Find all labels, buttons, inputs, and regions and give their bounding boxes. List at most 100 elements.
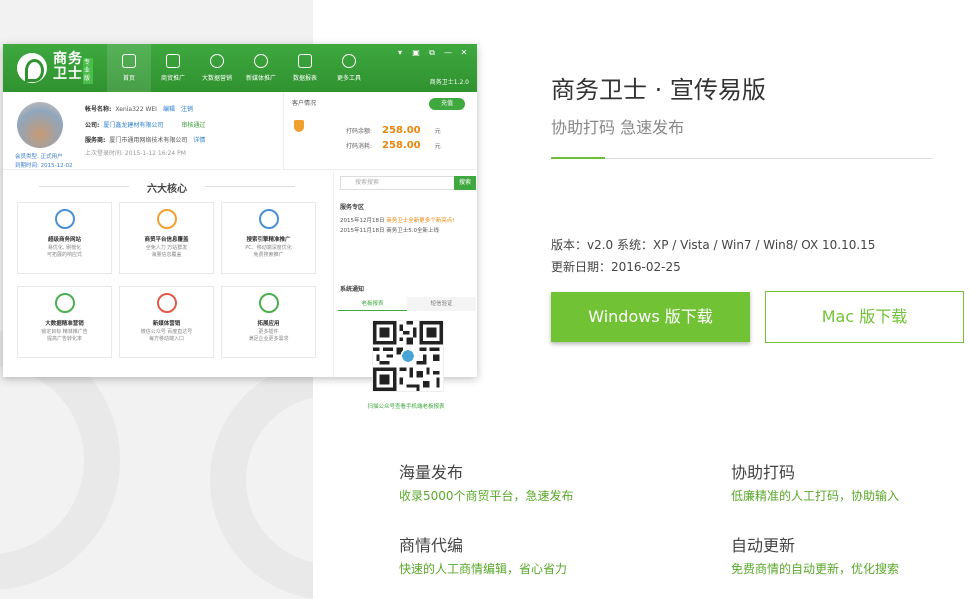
- app-nav-media[interactable]: 新媒体推广: [239, 44, 283, 92]
- account-provider-row: 服务商: 厦门市通用网络技术有限公司 详情: [85, 135, 205, 144]
- account-panel: 帐号名称: Xenia322 WEI 编辑 注销 公司: 厦门鑫龙建材有限公司 审核通过 …: [3, 92, 281, 170]
- app-window-buttons: ▾ ▣ ⧉ — ✕: [395, 48, 469, 58]
- feature-title: 协助打码: [731, 463, 796, 482]
- label: 打码消耗:: [346, 143, 373, 150]
- app-nav-reports[interactable]: 数据报表: [283, 44, 327, 92]
- service-item[interactable]: 2015年11月18日 商务卫士5.0全新上线: [340, 226, 439, 234]
- recharge-button[interactable]: 充值: [429, 98, 465, 110]
- skin-icon[interactable]: ▣: [411, 48, 421, 58]
- windows-download-button[interactable]: Windows 版下载: [551, 292, 750, 342]
- card-title: 商贸平台信息覆盖: [144, 237, 189, 243]
- company-link[interactable]: 厦门鑫龙建材有限公司: [103, 122, 163, 129]
- search-input[interactable]: 搜索搜索 搜索: [340, 176, 476, 190]
- app-nav-trade[interactable]: 商贸推广: [151, 44, 195, 92]
- monitor-icon: [54, 209, 75, 229]
- card-desc: PC、移动端深度优化 免费搜索推广: [245, 245, 292, 258]
- tab-sms-verify[interactable]: 短信验证: [407, 297, 476, 311]
- app-nav-bigdata[interactable]: 大数据营销: [195, 44, 239, 92]
- chart-monitor-icon: [54, 293, 75, 313]
- label: 公司:: [85, 122, 100, 129]
- verified-badge: 审核通过: [181, 122, 206, 129]
- card-desc: 锁定目标 精准推广告 提高广告转化率: [41, 329, 88, 342]
- side-panel: 搜索搜索 搜索 服务专区 2015年12月18日 商务卫士全新更多个新亮点! 2…: [333, 172, 477, 410]
- app-body: 帐号名称: Xenia322 WEI 编辑 注销 公司: 厦门鑫龙建材有限公司 审核通过 …: [3, 92, 477, 410]
- shield-icon: [294, 120, 304, 132]
- avatar: [17, 102, 63, 148]
- app-nav-home[interactable]: 首页: [107, 44, 151, 92]
- qr-code: [372, 320, 444, 392]
- qr-caption: 扫描公众号查看手机端老板报表: [367, 404, 445, 410]
- core-card[interactable]: 搜索引擎精准推广 PC、移动端深度优化 免费搜索推广: [221, 202, 316, 274]
- feature-desc: 低廉精准的人工打码，协助输入: [731, 489, 900, 503]
- text: 商务卫士全新更多个新亮点!: [386, 218, 455, 224]
- home-icon: [122, 54, 136, 68]
- search-button[interactable]: 搜索: [454, 176, 476, 190]
- core-card[interactable]: 新媒体营销 微信公众号 百度直达号 每方移动端入口: [119, 286, 214, 358]
- app-brand-bottom: 卫士: [53, 66, 83, 82]
- feature-auto-update: 自动更新 免费商情的自动更新，优化搜索: [731, 532, 899, 577]
- label: 帐号名称:: [85, 106, 112, 113]
- expire-date: 到期时间: 2015-12-02: [15, 163, 73, 169]
- restore-icon[interactable]: ⧉: [427, 48, 437, 58]
- update-date: 更新日期：2016-02-25: [551, 260, 681, 274]
- core-card[interactable]: 商贸平台信息覆盖 全免人力 万站群发 海量信息覆盖: [119, 202, 214, 274]
- card-title: 大数据精准营销: [45, 321, 84, 327]
- info-cube-icon: [156, 209, 177, 229]
- app-nav-label: 首页: [122, 75, 135, 82]
- feature-title: 海量发布: [399, 463, 464, 482]
- consume-row: 打码消耗: 258.00 元: [346, 140, 441, 151]
- card-title: 新媒体营销: [152, 321, 181, 327]
- divider-accent: [551, 157, 605, 159]
- menu-icon[interactable]: ▾: [395, 48, 405, 58]
- label: 打码余额:: [346, 128, 373, 135]
- app-nav-label: 商贸推广: [160, 75, 185, 82]
- feature-content-editing: 商情代编 快速的人工商情编辑，省心省力: [399, 532, 567, 577]
- balance-amount: 258.00: [382, 125, 421, 136]
- logout-link[interactable]: 注销: [181, 106, 193, 113]
- play-icon: [254, 54, 268, 68]
- service-title: 服务专区: [340, 204, 365, 211]
- chart-icon: [298, 54, 312, 68]
- tab-boss-report[interactable]: 老板报表: [338, 297, 407, 311]
- date: 2015年11月18日: [340, 228, 385, 234]
- feature-title: 商情代编: [399, 536, 464, 555]
- date: 2015年12月18日: [340, 218, 385, 224]
- app-nav-label: 大数据营销: [201, 75, 232, 82]
- app-brand: 商务 卫士 专业版: [53, 52, 93, 84]
- app-nav: 首页 商贸推广 大数据营销 新媒体推广 数据报表 更多工具: [107, 44, 371, 92]
- close-icon[interactable]: ✕: [459, 48, 469, 58]
- text: 商务卫士5.0全新上线: [386, 228, 439, 234]
- hexagon-icon: [156, 293, 177, 313]
- member-type: 会员类型: 正式用户: [15, 154, 63, 160]
- core-title: 六大核心: [3, 180, 331, 195]
- app-header: 商务 卫士 专业版 首页 商贸推广 大数据营销 新媒体推广 数据报表 更多工具 …: [3, 44, 477, 92]
- product-title: 商务卫士 · 宣传易版: [551, 76, 766, 104]
- consume-amount: 258.00: [382, 140, 421, 151]
- customer-panel: 客户情况 充值 打码余额: 258.00 元 打码消耗: 258.00 元: [283, 92, 477, 170]
- card-title: 搜索引擎精准推广: [246, 237, 291, 243]
- account-company-row: 公司: 厦门鑫龙建材有限公司 审核通过: [85, 120, 205, 129]
- card-desc: 易优化, 刷榜化 可拓展的响应式: [46, 245, 82, 258]
- app-logo-icon: [17, 53, 47, 83]
- account-username-row: 帐号名称: Xenia322 WEI 编辑 注销: [85, 104, 193, 113]
- app-version-label: 商务卫士1.2.0: [429, 79, 469, 86]
- target-icon: [210, 54, 224, 68]
- provider: 厦门市通用网络技术有限公司: [109, 137, 188, 144]
- unit: 元: [434, 128, 441, 135]
- customer-title: 客户情况: [292, 100, 317, 107]
- minimize-icon[interactable]: —: [443, 48, 453, 58]
- core-card[interactable]: 大数据精准营销锁定目标 精准推广告 提高广告转化率: [17, 286, 112, 358]
- notice-title: 系统通知: [340, 286, 365, 293]
- feature-desc: 免费商情的自动更新，优化搜索: [731, 562, 900, 576]
- card-title: 超级商务网站: [47, 237, 81, 243]
- card-title: 拓展应用: [257, 321, 280, 327]
- label: 服务商:: [85, 137, 106, 144]
- edit-link[interactable]: 编辑: [163, 106, 175, 113]
- core-card[interactable]: 超级商务网站易优化, 刷榜化 可拓展的响应式: [17, 202, 112, 274]
- service-item[interactable]: 2015年12月18日 商务卫士全新更多个新亮点!: [340, 216, 454, 224]
- core-card[interactable]: 拓展应用 更多插件 满足企业更多需求: [221, 286, 316, 358]
- provider-detail-link[interactable]: 详情: [193, 137, 205, 144]
- last-login: 上次登录时间: 2015-1-12 16:24 PM: [85, 150, 186, 157]
- app-nav-tools[interactable]: 更多工具: [327, 44, 371, 92]
- mac-download-button[interactable]: Mac 版下载: [765, 291, 964, 343]
